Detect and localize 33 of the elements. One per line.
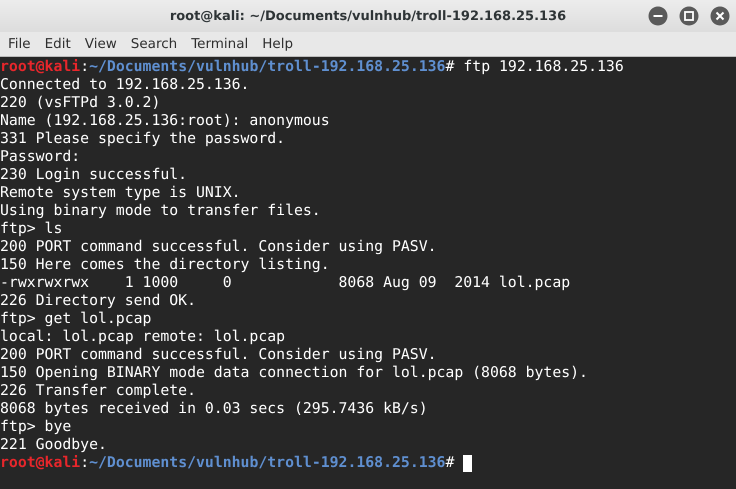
output-line: 220 (vsFTPd 3.0.2) [0,94,160,112]
output-line: ftp> bye [0,418,72,436]
output-line: 8068 bytes received in 0.03 secs (295.7436 kB/s) [0,400,428,418]
close-icon[interactable] [710,6,730,26]
menu-item[interactable]: Edit [44,36,79,52]
output-line: ftp> get lol.pcap [0,310,152,328]
output-line: Using binary mode to transfer files. [0,202,321,220]
minimize-icon[interactable] [648,6,668,26]
window-title: root@kali: ~/Documents/vulnhub/troll-192.168.25.136 [170,8,566,24]
output-line: 150 Opening BINARY mode data connection for lol.pcap (8068 bytes). [0,364,588,382]
output-line: 331 Please specify the password. [0,130,286,148]
output-line: local: lol.pcap remote: lol.pcap [0,328,286,346]
menu-item[interactable]: View [84,36,125,52]
output-line: -rwxrwxrwx 1 1000 0 8068 Aug 09 2014 lol.pcap [0,274,570,292]
output-line: Connected to 192.168.25.136. [0,76,250,94]
menu-item[interactable]: Search [130,36,186,52]
output-line: Name (192.168.25.136:root): anonymous [0,112,330,130]
output-line: 200 PORT command successful. Consider using PASV. [0,346,437,364]
maximize-icon[interactable] [679,6,699,26]
output-line: 230 Login successful. [0,166,188,184]
output-line: Password: [0,148,80,166]
output-line: 226 Directory send OK. [0,292,196,310]
prompt-line: root@kali:~/Documents/vulnhub/troll-192.168.25.136# [0,454,456,472]
menu-item[interactable]: Help [262,36,302,52]
output-line: 221 Goodbye. [0,436,107,454]
output-line: Remote system type is UNIX. [0,184,241,202]
menu-item[interactable]: Terminal [191,36,256,52]
output-line: 150 Here comes the directory listing. [0,256,330,274]
prompt-line: root@kali:~/Documents/vulnhub/troll-192.168.25.136# ftp 192.168.25.136 [0,58,624,76]
output-line: 200 PORT command successful. Consider using PASV. [0,238,437,256]
output-line: 226 Transfer complete. [0,382,196,400]
output-line: ftp> ls [0,220,62,238]
menu-item[interactable]: File [8,36,39,52]
